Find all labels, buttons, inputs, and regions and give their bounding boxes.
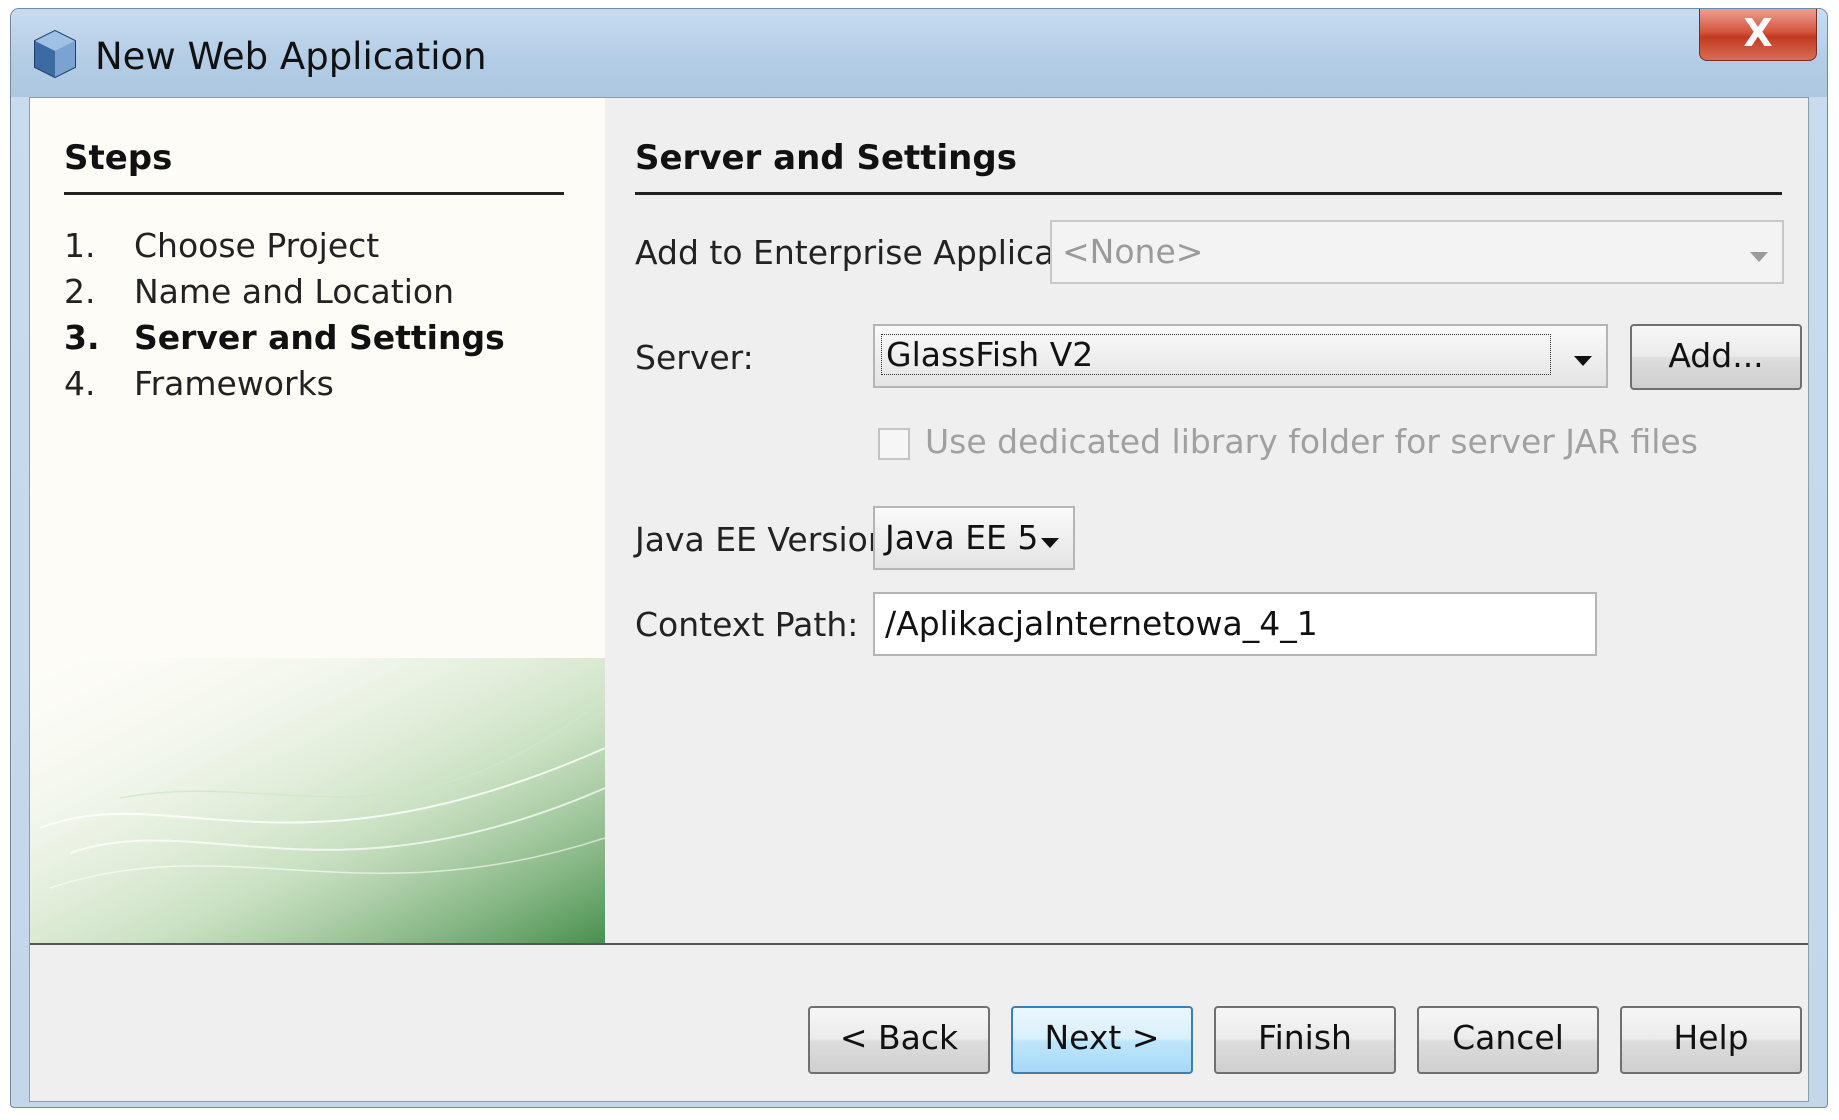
dialog-window: New Web Application X Steps 1. Choose Pro… xyxy=(10,8,1828,1108)
javaee-version-value: Java EE 5 xyxy=(885,518,1039,557)
back-button[interactable]: < Back xyxy=(808,1006,990,1074)
steps-panel: Steps 1. Choose Project 2. Name and Locati… xyxy=(30,98,605,943)
chevron-down-icon xyxy=(1574,356,1592,366)
decorative-swoosh-graphic xyxy=(30,658,605,943)
title-bar[interactable]: New Web Application X xyxy=(11,9,1827,97)
dialog-content: Steps 1. Choose Project 2. Name and Locati… xyxy=(29,97,1809,1102)
steps-divider xyxy=(64,192,564,195)
context-path-label: Context Path: xyxy=(635,605,859,644)
steps-heading: Steps xyxy=(64,138,173,178)
chevron-down-icon xyxy=(1041,538,1059,548)
netbeans-cube-icon xyxy=(34,29,76,79)
step-server-and-settings: 3. Server and Settings xyxy=(64,318,505,357)
window-title: New Web Application xyxy=(95,35,487,78)
next-button[interactable]: Next > xyxy=(1011,1006,1193,1074)
close-icon: X xyxy=(1743,11,1773,55)
javaee-version-label: Java EE Version: xyxy=(635,520,900,559)
dedicated-library-label: Use dedicated library folder for server … xyxy=(925,422,1698,461)
step-frameworks: 4. Frameworks xyxy=(64,364,334,403)
step-name-and-location: 2. Name and Location xyxy=(64,272,454,311)
finish-button[interactable]: Finish xyxy=(1214,1006,1396,1074)
context-path-input[interactable]: /AplikacjaInternetowa_4_1 xyxy=(873,592,1597,656)
dedicated-library-checkbox[interactable] xyxy=(878,428,910,460)
javaee-version-dropdown[interactable]: Java EE 5 xyxy=(873,506,1075,570)
add-server-button[interactable]: Add... xyxy=(1630,324,1802,390)
cancel-button[interactable]: Cancel xyxy=(1417,1006,1599,1074)
server-value: GlassFish V2 xyxy=(881,334,1551,375)
footer-divider xyxy=(30,943,1808,945)
server-label: Server: xyxy=(635,338,754,377)
title-divider xyxy=(635,192,1782,195)
step-choose-project: 1. Choose Project xyxy=(64,226,380,265)
help-button[interactable]: Help xyxy=(1620,1006,1802,1074)
server-dropdown[interactable]: GlassFish V2 xyxy=(873,324,1608,388)
enterprise-app-dropdown[interactable]: <None> xyxy=(1050,220,1784,284)
chevron-down-icon xyxy=(1750,252,1768,262)
enterprise-app-value: <None> xyxy=(1062,232,1204,271)
close-button[interactable]: X xyxy=(1699,9,1817,61)
page-title: Server and Settings xyxy=(635,138,1017,178)
context-path-value: /AplikacjaInternetowa_4_1 xyxy=(885,604,1318,643)
